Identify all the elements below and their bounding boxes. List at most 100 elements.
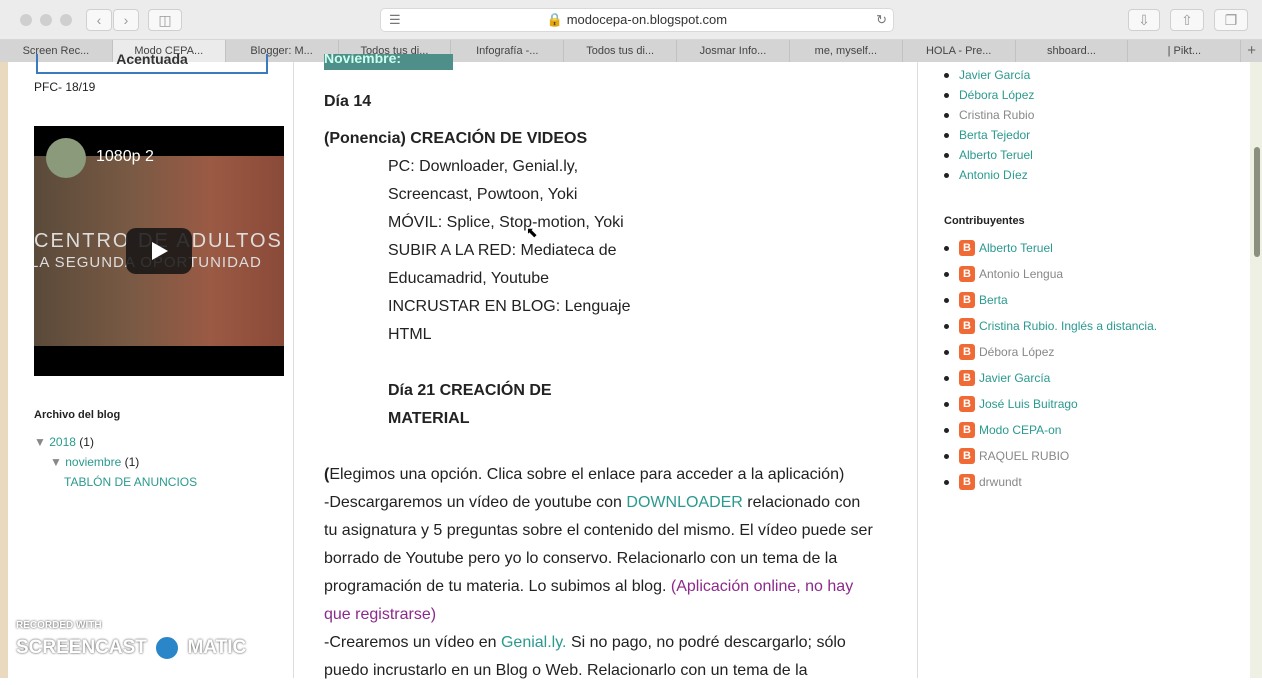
genially-link[interactable]: Genial.ly. bbox=[501, 634, 567, 651]
tabs-overview-icon[interactable]: ❐ bbox=[1214, 9, 1248, 31]
browser-tab[interactable]: HOLA - Pre... bbox=[903, 40, 1016, 62]
new-tab-button[interactable]: + bbox=[1241, 40, 1262, 62]
content-line: HTML bbox=[388, 326, 432, 343]
contributor-link[interactable]: Berta bbox=[979, 293, 1008, 307]
video-embed[interactable]: 1080p 2 CENTRO DE ADULTOS LA SEGUNDA OPO… bbox=[34, 126, 284, 376]
address-bar[interactable]: ☰ 🔒 modocepa-on.blogspot.com ↻ bbox=[380, 8, 894, 32]
browser-tab[interactable]: Todos tus di... bbox=[564, 40, 678, 62]
watermark-right: MATIC bbox=[187, 637, 247, 659]
follower-item: Javier García bbox=[944, 65, 1034, 85]
blogger-icon: B bbox=[959, 240, 975, 256]
archive-post-link[interactable]: TABLÓN DE ANUNCIOS bbox=[64, 475, 197, 489]
browser-tab[interactable]: shboard... bbox=[1016, 40, 1129, 62]
paragraph-line: -Crearemos un vídeo en Genial.ly. Si no … bbox=[324, 634, 846, 651]
minimize-window-button[interactable] bbox=[40, 14, 52, 26]
follower-item: Berta Tejedor bbox=[944, 125, 1034, 145]
contributor-link[interactable]: Alberto Teruel bbox=[979, 241, 1053, 255]
downloads-icon[interactable]: ⇩ bbox=[1128, 9, 1160, 31]
contributor-link[interactable]: Cristina Rubio. Inglés a distancia. bbox=[979, 319, 1157, 333]
paragraph-line: que registrarse) bbox=[324, 606, 437, 623]
content-line: Educamadrid, Youtube bbox=[388, 270, 550, 287]
archive-title: Archivo del blog bbox=[34, 409, 121, 421]
reload-icon[interactable]: ↻ bbox=[876, 9, 887, 31]
blogger-icon: B bbox=[959, 318, 975, 334]
video-title[interactable]: 1080p 2 bbox=[96, 148, 154, 166]
content-line: SUBIR A LA RED: Mediateca de bbox=[388, 242, 617, 259]
paragraph-line: programación de tu materia. Lo subimos a… bbox=[324, 578, 854, 595]
screencast-logo-icon bbox=[152, 633, 183, 663]
zoom-window-button[interactable] bbox=[60, 14, 72, 26]
watermark-left: SCREENCAST bbox=[16, 637, 147, 659]
paragraph-line: tu asignatura y 5 preguntas sobre el con… bbox=[324, 522, 873, 539]
share-icon[interactable]: ⇧ bbox=[1170, 9, 1204, 31]
browser-tab[interactable]: me, myself... bbox=[790, 40, 903, 62]
scrollbar-thumb[interactable] bbox=[1254, 147, 1260, 257]
follower-item: Alberto Teruel bbox=[944, 145, 1034, 165]
contributor-link[interactable]: Antonio Lengua bbox=[979, 267, 1063, 281]
sidebar-toggle-icon[interactable]: ◫ bbox=[148, 9, 182, 31]
lock-icon: 🔒 bbox=[546, 12, 564, 27]
archive-year-count: (1) bbox=[79, 435, 94, 449]
follower-link[interactable]: Javier García bbox=[959, 68, 1030, 82]
browser-tab[interactable]: Infografía -... bbox=[451, 40, 565, 62]
day-21-heading-cont: MATERIAL bbox=[388, 410, 470, 427]
follower-link[interactable]: Antonio Díez bbox=[959, 168, 1028, 182]
follower-link[interactable]: Berta Tejedor bbox=[959, 128, 1030, 142]
contributor-item: B Modo CEPA-on bbox=[944, 417, 1157, 443]
post-body: Noviembre: Día 14 (Ponencia) CREACIÓN DE… bbox=[294, 54, 918, 679]
contributor-link[interactable]: Débora López bbox=[979, 345, 1054, 359]
page-edge bbox=[0, 62, 8, 678]
archive-year-link[interactable]: 2018 bbox=[49, 435, 76, 449]
blogger-icon: B bbox=[959, 396, 975, 412]
contributor-item: B Berta bbox=[944, 287, 1157, 313]
contributor-link[interactable]: Javier García bbox=[979, 371, 1050, 385]
blogger-icon: B bbox=[959, 344, 975, 360]
archive-month-link[interactable]: noviembre bbox=[65, 455, 121, 469]
blogger-icon: B bbox=[959, 292, 975, 308]
contributor-item: B Débora López bbox=[944, 339, 1157, 365]
contributor-item: B Cristina Rubio. Inglés a distancia. bbox=[944, 313, 1157, 339]
blog-page: Acentuada PFC- 18/19 1080p 2 CENTRO DE A… bbox=[0, 54, 1262, 679]
content-line: INCRUSTAR EN BLOG: Lenguaje bbox=[388, 298, 631, 315]
contributor-link[interactable]: Modo CEPA-on bbox=[979, 423, 1061, 437]
play-icon bbox=[152, 242, 168, 260]
pfc-label: PFC- 18/19 bbox=[34, 80, 96, 94]
follower-link[interactable]: Débora López bbox=[959, 88, 1034, 102]
paragraph-line: puedo incrustarlo en un Blog o Web. Rela… bbox=[324, 662, 808, 679]
browser-tab[interactable]: | Pikt... bbox=[1128, 40, 1242, 62]
follower-item: Cristina Rubio bbox=[944, 105, 1034, 125]
collapse-toggle-icon[interactable]: ▼ bbox=[50, 455, 62, 469]
play-button[interactable] bbox=[126, 228, 192, 274]
ponencia-heading: (Ponencia) CREACIÓN DE VIDEOS bbox=[324, 130, 588, 147]
blogger-icon: B bbox=[959, 448, 975, 464]
contributor-link[interactable]: José Luis Buitrago bbox=[979, 397, 1078, 411]
browser-tab[interactable]: Josmar Info... bbox=[677, 40, 790, 62]
close-window-button[interactable] bbox=[20, 14, 32, 26]
back-button[interactable]: ‹ bbox=[86, 9, 112, 31]
contributor-link[interactable]: drwundt bbox=[979, 475, 1022, 489]
contributors-list: B Alberto Teruel B Antonio Lengua B Berta B Cri… bbox=[944, 235, 1157, 495]
collapse-toggle-icon[interactable]: ▼ bbox=[34, 435, 46, 449]
reader-icon[interactable]: ☰ bbox=[389, 9, 401, 31]
forward-button[interactable]: › bbox=[113, 9, 139, 31]
blogger-icon: B bbox=[959, 266, 975, 282]
paragraph-line: borrado de Youtube pero yo lo conservo. … bbox=[324, 550, 838, 567]
month-heading: Noviembre: bbox=[324, 54, 453, 70]
mouse-cursor-icon: ⬉ bbox=[526, 224, 538, 240]
follower-item: Débora López bbox=[944, 85, 1034, 105]
blogger-icon: B bbox=[959, 422, 975, 438]
archive-year: ▼ 2018 (1) bbox=[34, 435, 94, 449]
banner-image[interactable]: Acentuada bbox=[36, 54, 268, 74]
contributor-link[interactable]: RAQUEL RUBIO bbox=[979, 449, 1069, 463]
follower-item: Antonio Díez bbox=[944, 165, 1034, 185]
follower-link[interactable]: Cristina Rubio bbox=[959, 108, 1034, 122]
follower-link[interactable]: Alberto Teruel bbox=[959, 148, 1033, 162]
contributors-title: Contribuyentes bbox=[944, 215, 1025, 227]
downloader-link[interactable]: DOWNLOADER bbox=[626, 494, 742, 511]
followers-list: Javier García Débora López Cristina Rubio B… bbox=[944, 65, 1034, 185]
content-line: MÓVIL: Splice, Stop-motion, Yoki bbox=[388, 214, 624, 231]
right-sidebar: Javier García Débora López Cristina Rubio B… bbox=[918, 62, 1250, 678]
contributor-item: B RAQUEL RUBIO bbox=[944, 443, 1157, 469]
paragraph-line: -Descargaremos un vídeo de youtube con D… bbox=[324, 494, 861, 511]
contributor-item: B Antonio Lengua bbox=[944, 261, 1157, 287]
